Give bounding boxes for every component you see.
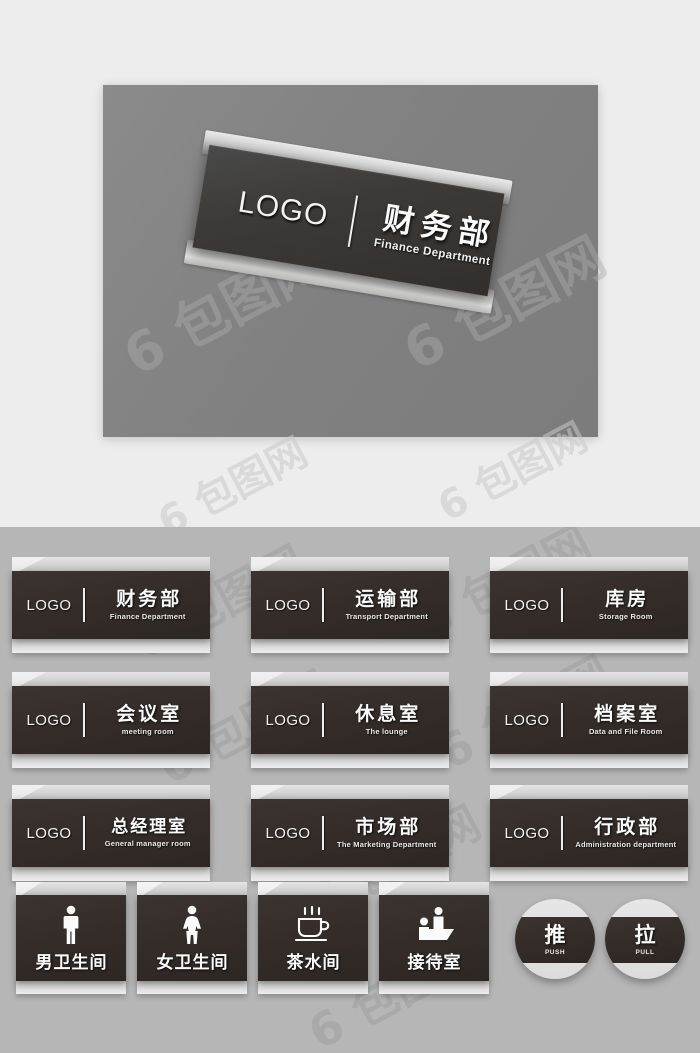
sign-logo-text: LOGO <box>26 596 72 614</box>
sign-logo-text: LOGO <box>265 824 311 842</box>
sign-plaque[interactable]: LOGO 总经理室 General manager room <box>12 785 210 881</box>
sign-divider <box>83 703 85 737</box>
sign-cn-title: 行政部 <box>594 816 661 839</box>
sign-cn-title: 接待室 <box>407 952 462 973</box>
female-restroom-icon <box>183 905 201 944</box>
sign-divider <box>561 588 563 622</box>
door-disc[interactable]: 推 PUSH <box>515 899 595 979</box>
sign-cn-title: 总经理室 <box>111 817 188 838</box>
sign-en-title: The Marketing Department <box>337 839 437 849</box>
sign-logo-text: LOGO <box>504 824 550 842</box>
sign-logo-text: LOGO <box>265 711 311 729</box>
sign-plaque[interactable]: LOGO 财务部 Finance Department <box>12 557 210 653</box>
door-disc[interactable]: 拉 PULL <box>605 899 685 979</box>
disc-face: 推 PUSH <box>515 917 595 963</box>
sign-divider <box>561 703 563 737</box>
male-restroom-icon <box>63 905 79 944</box>
sign-face: LOGO 总经理室 General manager room <box>12 799 210 867</box>
sign-en-title: General manager room <box>104 838 191 848</box>
sign-face: LOGO 档案室 Data and File Room <box>490 686 688 754</box>
hero-wall-panel: 6 包图网 6 包图网 LOGO 财务部 Finance Department <box>103 85 616 437</box>
disc-en-label: PULL <box>635 948 655 956</box>
sign-divider <box>322 703 324 737</box>
sign-divider <box>561 816 563 850</box>
sign-face: 接待室 <box>379 895 489 981</box>
disc-cn-label: 拉 <box>634 922 656 947</box>
sign-cn-title: 男卫生间 <box>35 952 108 973</box>
sign-title-group: 会议室 meeting room <box>92 704 211 736</box>
sign-title-group: 财务部 Finance Department <box>92 589 211 621</box>
sign-cn-title: 会议室 <box>116 703 183 726</box>
sign-cn-title: 库房 <box>605 588 650 611</box>
sign-plaque[interactable]: LOGO 运输部 Transport Department <box>251 557 449 653</box>
sign-plaque[interactable]: LOGO 休息室 The lounge <box>251 672 449 768</box>
sign-cn-title: 档案室 <box>594 703 661 726</box>
sign-face: LOGO 会议室 meeting room <box>12 686 210 754</box>
sign-title-group: 休息室 The lounge <box>331 704 450 736</box>
sign-logo-text: LOGO <box>265 596 311 614</box>
sign-variants-grid: 6 包图网 6 包图网 6 包图网 6 包图网 6 包图网 6 包图网 LOGO… <box>0 527 700 1053</box>
hero-door-sign: LOGO 财务部 Finance Department <box>183 129 513 314</box>
sign-cn-title: 财务部 <box>116 588 183 611</box>
sign-divider <box>83 816 85 850</box>
sign-en-title: The lounge <box>365 726 408 736</box>
sign-face: LOGO 库房 Storage Room <box>490 571 688 639</box>
sign-en-title: Administration department <box>575 839 677 849</box>
sign-plaque[interactable]: LOGO 库房 Storage Room <box>490 557 688 653</box>
sign-logo-text: LOGO <box>504 711 550 729</box>
sign-logo-text: LOGO <box>26 711 72 729</box>
sign-en-title: meeting room <box>121 726 174 736</box>
sign-en-title: Transport Department <box>345 611 428 621</box>
sign-en-title: Finance Department <box>109 611 186 621</box>
hero-divider <box>347 195 358 248</box>
female-restroom-icon <box>179 904 205 946</box>
sign-title-group: 库房 Storage Room <box>570 589 689 621</box>
icon-sign[interactable]: 茶水间 <box>258 882 368 994</box>
male-restroom-icon <box>58 904 84 946</box>
disc-cn-label: 推 <box>544 922 566 947</box>
icon-sign[interactable]: 女卫生间 <box>137 882 247 994</box>
sign-plaque[interactable]: LOGO 会议室 meeting room <box>12 672 210 768</box>
sign-divider <box>322 816 324 850</box>
sign-face: LOGO 运输部 Transport Department <box>251 571 449 639</box>
sign-face: 男卫生间 <box>16 895 126 981</box>
sign-cn-title: 市场部 <box>355 816 422 839</box>
sign-en-title: Storage Room <box>598 611 653 621</box>
sign-title-group: 市场部 The Marketing Department <box>331 817 450 849</box>
sign-logo-text: LOGO <box>26 824 72 842</box>
sign-cn-title: 运输部 <box>355 588 422 611</box>
reception-desk-icon <box>412 904 456 946</box>
sign-cn-title: 休息室 <box>355 703 422 726</box>
sign-en-title: Data and File Room <box>588 726 663 736</box>
disc-en-label: PUSH <box>544 948 566 956</box>
sign-face: LOGO 市场部 The Marketing Department <box>251 799 449 867</box>
sign-title-group: 运输部 Transport Department <box>331 589 450 621</box>
sign-cn-title: 女卫生间 <box>156 952 229 973</box>
sign-face: 茶水间 <box>258 895 368 981</box>
icon-sign[interactable]: 接待室 <box>379 882 489 994</box>
tea-cup-icon <box>292 904 334 946</box>
sign-title-group: 档案室 Data and File Room <box>570 704 689 736</box>
hero-logo-text: LOGO <box>235 185 331 233</box>
sign-divider <box>322 588 324 622</box>
disc-face: 拉 PULL <box>605 917 685 963</box>
sign-logo-text: LOGO <box>504 596 550 614</box>
sign-face: LOGO 财务部 Finance Department <box>12 571 210 639</box>
sign-cn-title: 茶水间 <box>286 952 341 973</box>
sign-face: LOGO 休息室 The lounge <box>251 686 449 754</box>
sign-plaque[interactable]: LOGO 行政部 Administration department <box>490 785 688 881</box>
sign-divider <box>83 588 85 622</box>
sign-title-group: 总经理室 General manager room <box>92 818 211 848</box>
reception-desk-icon <box>419 906 454 940</box>
icon-sign[interactable]: 男卫生间 <box>16 882 126 994</box>
sign-face: LOGO 行政部 Administration department <box>490 799 688 867</box>
hero-title-group: 财务部 Finance Department <box>371 200 499 269</box>
hero-mockup-section: 6 包图网 6 包图网 LOGO 财务部 Finance Department … <box>0 0 700 527</box>
tea-cup-icon <box>294 905 330 941</box>
sign-title-group: 行政部 Administration department <box>570 817 689 849</box>
sign-face: 女卫生间 <box>137 895 247 981</box>
sign-plaque[interactable]: LOGO 市场部 The Marketing Department <box>251 785 449 881</box>
sign-plaque[interactable]: LOGO 档案室 Data and File Room <box>490 672 688 768</box>
